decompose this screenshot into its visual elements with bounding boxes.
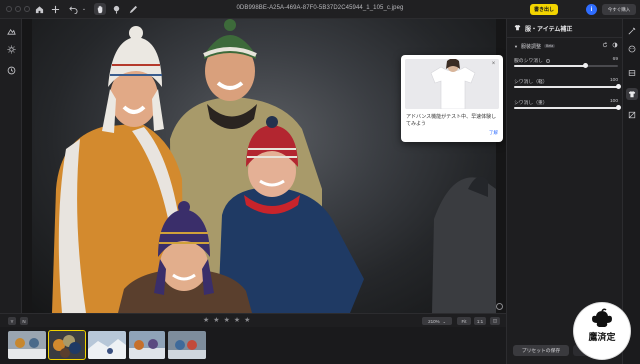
slider-label: シワ消し（軽）	[514, 80, 548, 85]
canvas-info-icon[interactable]	[496, 303, 503, 310]
slider-wrinkle-heavy[interactable]: シワ消し（重） 100	[514, 99, 621, 113]
slider-value: 69	[612, 57, 618, 62]
buy-now-button[interactable]: 今すぐ購入	[602, 4, 636, 15]
clothing-section-header[interactable]: ▼ 服装調整 Beta	[507, 41, 623, 51]
filmstrip-toolbar: Y N ★ ★ ★ ★ ★ 210% ⌄ Fit 1:1 ◫	[0, 313, 506, 327]
face-icon[interactable]	[626, 43, 638, 55]
panel-header: 服・アイテム補正	[507, 19, 623, 38]
slider-wrinkle-light[interactable]: シワ消し（軽） 100	[514, 78, 621, 92]
one-to-one-button[interactable]: 1:1	[474, 317, 486, 325]
layers-icon[interactable]	[626, 67, 638, 79]
close-icon[interactable]: ×	[490, 61, 497, 68]
info-icon[interactable]	[546, 58, 551, 63]
slider-knob[interactable]	[583, 63, 589, 68]
shirt-icon[interactable]	[626, 88, 638, 100]
section-title: 服装調整	[520, 43, 541, 50]
title-bar: ⌄ 0DB998BE-A25A-469A-87F0-5B37D2C45944_1…	[0, 0, 640, 19]
slider-fill	[514, 86, 618, 88]
filmstrip	[0, 327, 506, 364]
slider-knob[interactable]	[615, 105, 621, 110]
slider-track[interactable]	[514, 63, 618, 68]
panel-title: 服・アイテム補正	[525, 26, 573, 33]
slider-label: 服のシワ消し	[514, 57, 551, 64]
thumbnail[interactable]	[168, 331, 206, 359]
slider-label: シワ消し（重）	[514, 101, 548, 106]
slider-track[interactable]	[514, 105, 621, 110]
slider-track[interactable]	[514, 84, 621, 89]
toggle-visibility-icon[interactable]	[612, 42, 618, 50]
export-button[interactable]: 書き出し	[530, 4, 558, 15]
watermark-text: 鷹済定	[588, 331, 616, 343]
star-icon[interactable]: ★	[203, 316, 209, 326]
slider-value: 100	[609, 99, 618, 104]
rating-stars[interactable]: ★ ★ ★ ★ ★	[203, 316, 250, 326]
star-icon[interactable]: ★	[244, 316, 250, 326]
view-toggle-n-button[interactable]: N	[20, 317, 28, 325]
thumbnail-selected[interactable]	[48, 330, 86, 360]
ai-icon[interactable]	[626, 109, 638, 121]
chevron-down-icon: ▼	[514, 43, 518, 49]
compare-icon[interactable]: ◫	[490, 317, 500, 325]
history-icon[interactable]	[5, 64, 17, 76]
star-icon[interactable]: ★	[213, 316, 219, 326]
shirt-icon	[514, 24, 521, 33]
save-preset-button[interactable]: プリセットの保存	[513, 345, 569, 356]
promo-ok-link[interactable]: 了解	[489, 130, 498, 136]
slider-value: 100	[609, 78, 618, 83]
info-button[interactable]: i	[586, 4, 597, 15]
watermark-seal: 鷹済定	[574, 303, 630, 359]
promo-popup: × アドバンス機能がテスト中、早速体験してみよう 了解	[401, 55, 503, 142]
thumbnail[interactable]	[129, 331, 165, 359]
reset-icon[interactable]	[602, 42, 608, 50]
star-icon[interactable]: ★	[224, 316, 230, 326]
view-toggle-y-button[interactable]: Y	[8, 317, 16, 325]
thumbnail[interactable]	[88, 331, 126, 359]
adjust-icon[interactable]	[5, 25, 17, 37]
slider-wrinkle-removal[interactable]: 服のシワ消し 69	[514, 57, 618, 71]
fit-button[interactable]: Fit	[457, 317, 471, 325]
promo-text: アドバンス機能がテスト中、早速体験してみよう	[406, 114, 497, 127]
slider-fill	[514, 107, 618, 109]
promo-shirt-image	[405, 59, 499, 109]
sun-icon[interactable]	[5, 43, 17, 55]
star-icon[interactable]: ★	[234, 316, 240, 326]
slider-fill	[514, 65, 586, 67]
slider-knob[interactable]	[615, 84, 621, 89]
thumbnail[interactable]	[8, 331, 46, 359]
beta-badge: Beta	[543, 44, 556, 48]
zoom-select[interactable]: 210% ⌄	[422, 317, 452, 325]
wand-icon[interactable]	[626, 25, 638, 37]
